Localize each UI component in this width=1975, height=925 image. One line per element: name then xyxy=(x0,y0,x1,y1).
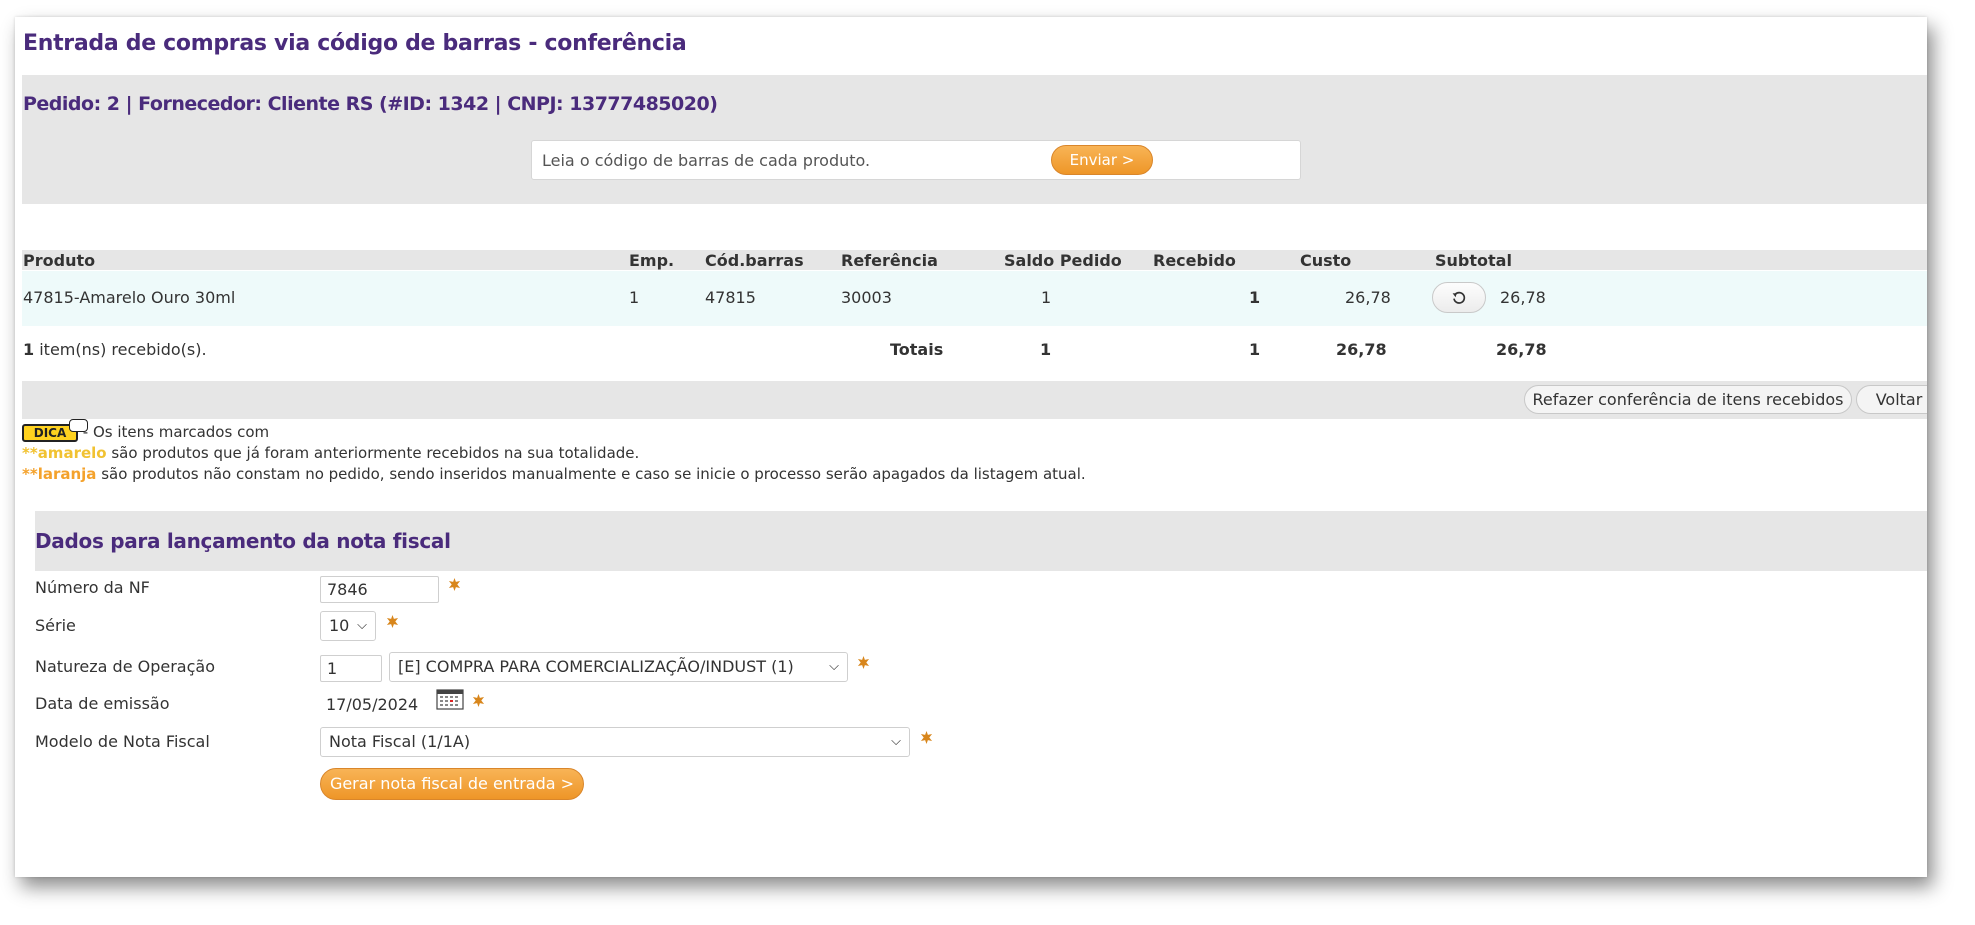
tip-box: DICA - Os itens marcados com **amarelo s… xyxy=(22,418,1086,485)
required-icon xyxy=(448,578,461,591)
col-saldo: Saldo Pedido xyxy=(1004,251,1122,270)
nf-number-field[interactable]: 7846 xyxy=(320,576,439,603)
totals-recebido: 1 xyxy=(1249,340,1261,359)
received-count: 1 xyxy=(23,340,35,359)
natureza-select[interactable]: [E] COMPRA PARA COMERCIALIZAÇÃO/INDUST (… xyxy=(389,652,848,682)
required-icon xyxy=(472,694,485,707)
cell-subtotal: 26,78 xyxy=(1500,288,1546,307)
cell-referencia: 30003 xyxy=(841,288,892,307)
emission-date-field[interactable]: 17/05/2024 xyxy=(320,692,437,719)
serie-value: 10 xyxy=(329,616,350,635)
col-referencia: Referência xyxy=(841,251,938,270)
natureza-label: Natureza de Operação xyxy=(35,657,215,676)
col-emp: Emp. xyxy=(629,251,675,270)
totals-label: Totais xyxy=(890,340,944,359)
col-recebido: Recebido xyxy=(1153,251,1236,270)
send-button[interactable]: Enviar > xyxy=(1051,145,1153,175)
invoice-panel: Dados para lançamento da nota fiscal xyxy=(35,511,1927,571)
chevron-down-icon: ⌵ xyxy=(357,618,367,633)
tip-intro: - Os itens marcados com xyxy=(78,423,270,441)
cell-produto: 47815-Amarelo Ouro 30ml xyxy=(23,288,236,307)
page-title: Entrada de compras via código de barras … xyxy=(23,31,687,56)
required-icon xyxy=(857,656,870,669)
order-title: Pedido: 2 | Fornecedor: Cliente RS (#ID:… xyxy=(23,93,718,115)
chevron-down-icon: ⌵ xyxy=(829,659,839,674)
totals-row: 1 item(ns) recebido(s). Totais 1 1 26,78… xyxy=(22,340,1927,368)
model-select[interactable]: Nota Fiscal (1/1A) ⌵ xyxy=(320,727,910,757)
action-bar: Refazer conferência de itens recebidos V… xyxy=(22,381,1927,419)
cell-saldo: 1 xyxy=(1041,288,1052,307)
received-text: item(ns) recebido(s). xyxy=(34,340,207,359)
totals-custo: 26,78 xyxy=(1336,340,1387,359)
redo-check-button[interactable]: Refazer conferência de itens recebidos xyxy=(1524,385,1852,414)
undo-icon xyxy=(1452,291,1466,304)
natureza-value: [E] COMPRA PARA COMERCIALIZAÇÃO/INDUST (… xyxy=(398,657,794,676)
chevron-down-icon: ⌵ xyxy=(891,734,901,749)
table-row: 47815-Amarelo Ouro 30ml 1 47815 30003 1 … xyxy=(22,271,1927,326)
col-codbarras: Cód.barras xyxy=(705,251,804,270)
cell-codbarras: 47815 xyxy=(705,288,756,307)
tip-laranja-text: são produtos não constam no pedido, send… xyxy=(96,465,1086,483)
col-produto: Produto xyxy=(23,251,96,270)
totals-subtotal: 26,78 xyxy=(1496,340,1547,359)
dica-badge-icon: DICA xyxy=(22,418,88,442)
undo-receipt-button[interactable] xyxy=(1432,282,1486,313)
serie-select[interactable]: 10 ⌵ xyxy=(320,611,376,641)
emission-date-label: Data de emissão xyxy=(35,694,170,713)
generate-invoice-button[interactable]: Gerar nota fiscal de entrada > xyxy=(320,768,584,800)
cell-recebido: 1 xyxy=(1249,288,1261,307)
tip-amarelo-mark: **amarelo xyxy=(22,444,107,462)
model-label: Modelo de Nota Fiscal xyxy=(35,732,210,751)
natureza-code-field[interactable]: 1 xyxy=(320,655,382,682)
tip-laranja-mark: **laranja xyxy=(22,465,97,483)
col-custo: Custo xyxy=(1300,251,1352,270)
required-icon xyxy=(386,615,399,628)
calendar-icon[interactable] xyxy=(436,688,464,710)
tip-amarelo-text: são produtos que já foram anteriormente … xyxy=(106,444,640,462)
order-panel: Pedido: 2 | Fornecedor: Cliente RS (#ID:… xyxy=(22,75,1927,204)
required-icon xyxy=(920,731,933,744)
table-header: Produto Emp. Cód.barras Referência Saldo… xyxy=(22,250,1927,270)
tip-line-1: DICA - Os itens marcados com xyxy=(22,418,1086,443)
serie-label: Série xyxy=(35,616,76,635)
main-card: Entrada de compras via código de barras … xyxy=(15,17,1927,877)
tip-line-3: **laranja são produtos não constam no pe… xyxy=(22,464,1086,485)
invoice-title: Dados para lançamento da nota fiscal xyxy=(35,529,451,553)
dica-badge-label: DICA xyxy=(33,425,67,440)
model-value: Nota Fiscal (1/1A) xyxy=(329,732,471,751)
tip-line-2: **amarelo são produtos que já foram ante… xyxy=(22,443,1086,464)
nf-number-label: Número da NF xyxy=(35,578,150,597)
col-subtotal: Subtotal xyxy=(1435,251,1512,270)
cell-emp: 1 xyxy=(629,288,640,307)
barcode-input[interactable] xyxy=(531,140,1301,180)
totals-saldo: 1 xyxy=(1040,340,1052,359)
received-summary: 1 item(ns) recebido(s). xyxy=(23,340,207,359)
cell-custo: 26,78 xyxy=(1345,288,1391,307)
back-button[interactable]: Voltar xyxy=(1856,385,1927,414)
